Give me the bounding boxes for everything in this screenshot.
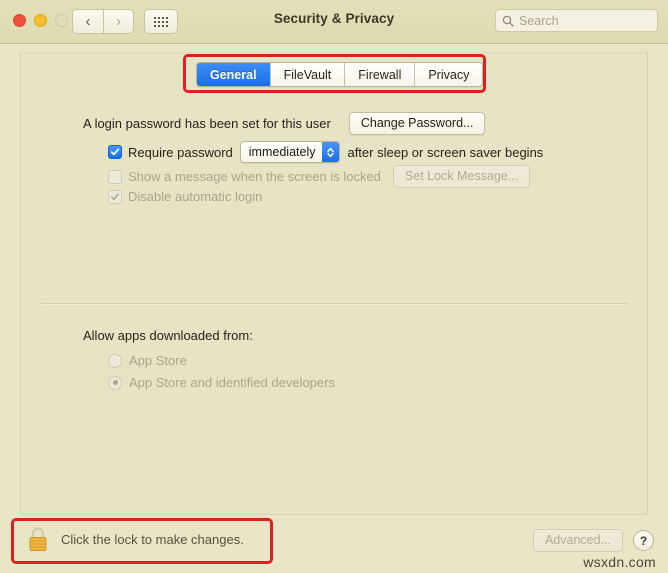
set-lock-message-button: Set Lock Message...: [392, 165, 531, 188]
lock-icon[interactable]: [26, 525, 50, 553]
radio-app-store: [108, 353, 122, 368]
allow-apps-heading-row: Allow apps downloaded from:: [83, 328, 253, 343]
allow-apps-heading: Allow apps downloaded from:: [83, 328, 253, 343]
security-privacy-window: ‹ › Security & Privacy Search General Fi…: [0, 0, 668, 573]
require-password-checkbox[interactable]: [108, 145, 122, 159]
tab-firewall-label: Firewall: [358, 67, 402, 82]
password-delay-popup[interactable]: immediately: [239, 141, 341, 163]
password-delay-value: immediately: [240, 142, 323, 162]
chevron-updown-icon: [322, 142, 340, 162]
tab-general-label: General: [210, 67, 257, 82]
radio-app-store-identified: [108, 375, 122, 390]
search-field[interactable]: Search: [495, 9, 658, 32]
show-lock-message-row: Show a message when the screen is locked…: [108, 165, 531, 188]
disable-auto-login-checkbox: [108, 189, 122, 204]
footer-buttons: Advanced... ?: [532, 529, 654, 552]
tab-filevault[interactable]: FileVault: [270, 63, 346, 86]
radio-app-store-identified-row: App Store and identified developers: [108, 375, 335, 390]
search-icon: [502, 15, 514, 27]
require-password-suffix: after sleep or screen saver begins: [347, 144, 544, 160]
radio-app-store-label: App Store: [129, 353, 187, 368]
login-password-text: A login password has been set for this u…: [83, 116, 331, 131]
require-password-label: Require password: [128, 144, 233, 160]
lock-message: Click the lock to make changes.: [61, 531, 244, 547]
show-lock-message-label: Show a message when the screen is locked: [128, 169, 381, 184]
radio-selected-dot: [112, 380, 118, 385]
radio-app-store-identified-label: App Store and identified developers: [129, 375, 335, 390]
tab-privacy-label: Privacy: [428, 67, 470, 82]
change-password-button[interactable]: Change Password...: [348, 112, 486, 135]
watermark: wsxdn.com: [583, 554, 656, 570]
tab-bar: General FileVault Firewall Privacy: [196, 62, 484, 87]
window-titlebar: ‹ › Security & Privacy Search: [0, 0, 668, 44]
disable-auto-login-label: Disable automatic login: [128, 189, 263, 204]
show-lock-message-checkbox: [108, 169, 122, 184]
section-divider: [41, 303, 627, 305]
tab-general[interactable]: General: [197, 63, 271, 86]
tab-privacy[interactable]: Privacy: [415, 63, 483, 86]
disable-auto-login-row: Disable automatic login: [108, 189, 262, 204]
login-password-row: A login password has been set for this u…: [83, 112, 486, 135]
radio-app-store-row: App Store: [108, 353, 187, 368]
advanced-button: Advanced...: [532, 529, 623, 552]
tab-firewall[interactable]: Firewall: [345, 63, 416, 86]
help-button[interactable]: ?: [633, 530, 654, 551]
search-placeholder: Search: [519, 13, 559, 28]
lock-row[interactable]: Click the lock to make changes.: [26, 525, 244, 553]
tab-filevault-label: FileVault: [283, 67, 332, 82]
require-password-row: Require password immediately after sleep…: [108, 141, 543, 163]
